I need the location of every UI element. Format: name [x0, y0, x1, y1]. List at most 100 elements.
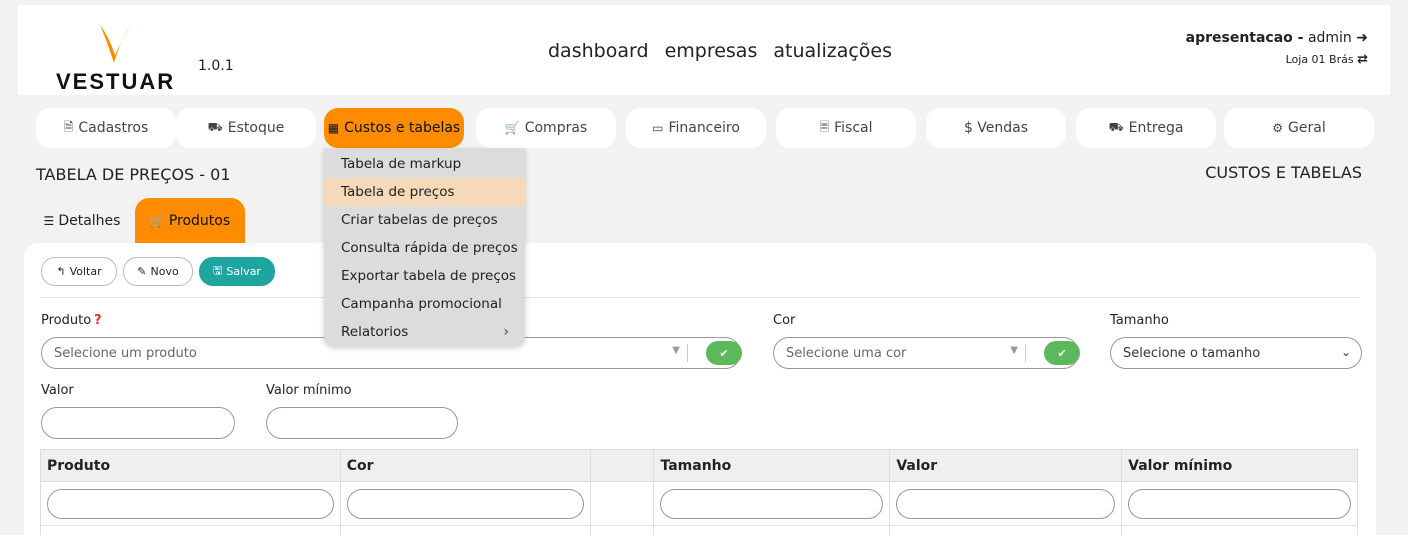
table-cell	[1121, 525, 1358, 535]
nav-dashboard[interactable]: dashboard	[548, 40, 649, 62]
switch-store-icon[interactable]: ⇄	[1357, 52, 1368, 67]
store-name: Loja 01 Brás	[1285, 53, 1354, 66]
logo-mark-icon	[100, 21, 134, 63]
header-valor-minimo[interactable]: Valor mínimo	[1121, 449, 1358, 482]
new-button[interactable]: ✎ Novo	[123, 257, 193, 286]
filter-cor[interactable]	[346, 488, 584, 519]
tab-compras[interactable]: 🛒 Compras	[476, 108, 616, 148]
tab-label: Compras	[524, 120, 588, 136]
table-cell	[889, 525, 1123, 535]
chevron-down-icon: ⌄	[1340, 345, 1351, 359]
cart-icon: 🛒	[504, 121, 520, 135]
top-nav: dashboard empresas atualizações	[548, 40, 902, 62]
logout-icon[interactable]: ➜	[1356, 30, 1368, 46]
tab-label: Custos e tabelas	[344, 120, 461, 136]
product-label-text: Produto	[41, 313, 92, 328]
subtab-label: Detalhes	[58, 212, 121, 229]
size-select[interactable]: Selecione o tamanho ⌄	[1110, 337, 1362, 369]
subtab-label: Produtos	[168, 212, 231, 229]
menu-item-criar-tabelas[interactable]: Criar tabelas de preços	[324, 206, 525, 234]
product-confirm-button[interactable]: ✔	[706, 341, 742, 365]
table-cell	[40, 525, 341, 535]
brand-name: VESTUAR	[56, 69, 176, 94]
filter-produto[interactable]	[47, 488, 334, 519]
tab-custos-e-tabelas[interactable]: ▦ Custos e tabelas	[324, 108, 464, 148]
brand-logo[interactable]: VESTUAR	[54, 17, 184, 94]
table-row[interactable]	[40, 525, 1358, 535]
pencil-icon: ✎	[137, 265, 147, 278]
custos-dropdown-menu: Tabela de markup Tabela de preços Criar …	[324, 148, 525, 346]
filter-valor-minimo[interactable]	[1128, 488, 1351, 519]
tab-label: Geral	[1288, 120, 1326, 136]
module-tabs: 🗎 Cadastros ⛟ Estoque ▦ Custos e tabelas…	[36, 108, 1376, 148]
cart-icon: 🛒	[149, 213, 165, 228]
header-blank	[589, 449, 655, 482]
tab-label: Financeiro	[668, 120, 740, 136]
chevron-right-icon: ›	[503, 324, 509, 340]
menu-item-exportar[interactable]: Exportar tabela de preços	[324, 262, 525, 290]
user-info: apresentacao - admin ➜ Loja 01 Brás ⇄	[1186, 30, 1368, 67]
menu-item-consulta-rapida[interactable]: Consulta rápida de preços	[324, 234, 525, 262]
tab-label: Estoque	[227, 120, 285, 136]
menu-item-tabela-de-markup[interactable]: Tabela de markup	[324, 150, 525, 178]
save-label: Salvar	[226, 265, 261, 278]
back-arrow-icon: ↰	[56, 265, 66, 278]
back-label: Voltar	[69, 265, 102, 278]
menu-item-campanha[interactable]: Campanha promocional	[324, 290, 525, 318]
user-role: admin	[1307, 30, 1352, 46]
tab-vendas[interactable]: $ Vendas	[926, 108, 1066, 148]
nav-empresas[interactable]: empresas	[665, 40, 758, 62]
filter-blank	[589, 481, 655, 526]
tab-label: $ Vendas	[963, 120, 1029, 136]
products-card: ↰ Voltar ✎ Novo 🖫 Salvar Produto? Seleci…	[24, 243, 1376, 535]
table-header-row: Produto Cor Tamanho Valor Valor mínimo	[40, 449, 1358, 482]
save-button[interactable]: 🖫 Salvar	[199, 257, 275, 286]
menu-item-tabela-de-precos[interactable]: Tabela de preços	[324, 178, 525, 206]
credit-card-icon: ▭	[652, 121, 664, 135]
tab-entrega[interactable]: ⛟ Entrega	[1076, 108, 1216, 148]
menu-item-relatorios[interactable]: Relatorios ›	[324, 318, 525, 346]
subtab-produtos[interactable]: 🛒 Produtos	[135, 198, 245, 243]
table-icon: ▦	[327, 121, 340, 135]
header-cor[interactable]: Cor	[339, 449, 591, 482]
nav-atualizacoes[interactable]: atualizações	[773, 40, 892, 62]
color-confirm-button[interactable]: ✔	[1044, 341, 1080, 365]
subtab-detalhes[interactable]: ☰ Detalhes	[36, 198, 128, 243]
file-icon: 🗎	[63, 119, 74, 134]
caret-down-icon: ▼	[1010, 345, 1018, 356]
tab-geral[interactable]: ⚙ Geral	[1224, 108, 1374, 148]
caret-down-icon: ▼	[672, 345, 680, 356]
min-value-input[interactable]	[266, 407, 458, 439]
size-placeholder: Selecione o tamanho	[1123, 345, 1261, 361]
value-label: Valor	[41, 383, 74, 398]
size-label: Tamanho	[1110, 313, 1169, 328]
list-icon: ☰	[43, 213, 55, 228]
tab-fiscal[interactable]: 🗏 Fiscal	[776, 108, 916, 148]
tab-label: Fiscal	[834, 120, 873, 136]
tab-cadastros[interactable]: 🗎 Cadastros	[36, 108, 176, 148]
top-bar: VESTUAR 1.0.1 dashboard empresas atualiz…	[18, 5, 1390, 95]
required-mark: ?	[94, 313, 102, 328]
header-valor[interactable]: Valor	[889, 449, 1123, 482]
header-tamanho[interactable]: Tamanho	[653, 449, 891, 482]
filter-tamanho[interactable]	[660, 488, 884, 519]
product-placeholder: Selecione um produto	[54, 345, 197, 361]
prices-table: Produto Cor Tamanho Valor Valor mínimo	[40, 449, 1360, 535]
color-select[interactable]: Selecione uma cor ▼ ✔	[773, 337, 1080, 369]
product-label: Produto?	[41, 313, 102, 328]
tab-estoque[interactable]: ⛟ Estoque	[176, 108, 316, 148]
back-button[interactable]: ↰ Voltar	[41, 257, 117, 286]
menu-item-label: Relatorios	[341, 324, 409, 340]
section-title: CUSTOS E TABELAS	[1205, 163, 1362, 182]
divider	[40, 297, 1360, 298]
truck-icon: ⛟	[1108, 120, 1124, 134]
filter-valor[interactable]	[896, 488, 1116, 519]
table-cell	[589, 525, 655, 535]
table-cell	[653, 525, 891, 535]
new-label: Novo	[150, 265, 179, 278]
tab-label: Cadastros	[78, 120, 149, 136]
tab-financeiro[interactable]: ▭ Financeiro	[626, 108, 766, 148]
header-produto[interactable]: Produto	[40, 449, 341, 482]
color-placeholder: Selecione uma cor	[786, 345, 907, 361]
value-input[interactable]	[41, 407, 235, 439]
